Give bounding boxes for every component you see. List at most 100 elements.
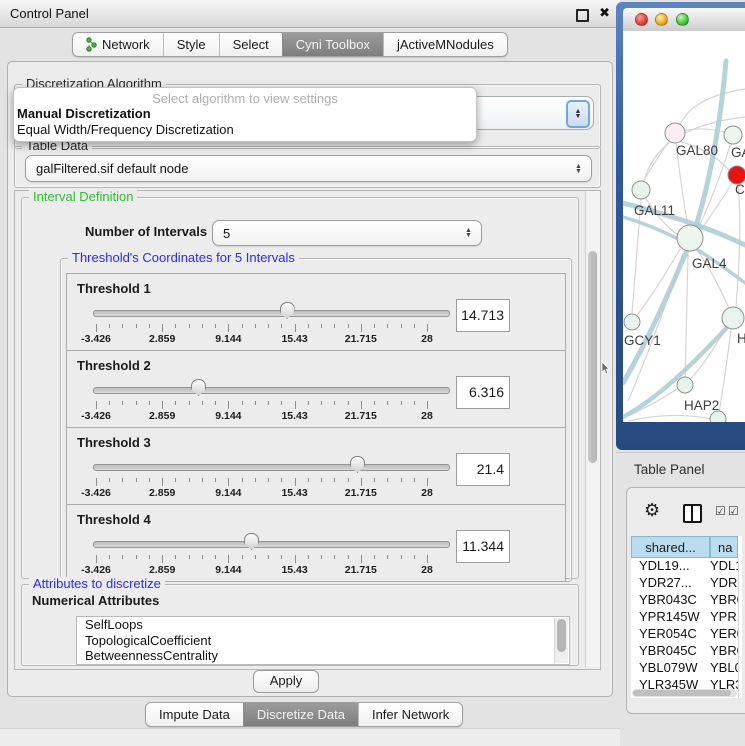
num-intervals-combobox[interactable]: 5 ▲▼ [212,220,482,246]
network-canvas[interactable]: GAL80GACGAL11GAL4GCY1HAHAP2 [623,31,745,422]
algorithm-option[interactable]: Equal Width/Frequency Discretization [17,122,473,137]
network-edge[interactable] [718,329,731,419]
close-icon[interactable]: ✖ [599,5,610,21]
slider-tick [136,478,137,482]
column-header-name[interactable]: na [710,536,738,558]
slider-tick [361,555,362,563]
checkbox-icon[interactable]: ☑ [715,505,726,517]
column-browser-icon[interactable] [683,504,702,523]
slider-tick [228,401,229,409]
attribute-list-item[interactable]: BetweennessCentrality [77,648,569,664]
slider-tick [374,401,375,405]
network-node[interactable] [722,307,744,329]
bottom-strip [0,728,620,746]
checkbox-icon[interactable]: ☑ [728,505,739,517]
table-row[interactable]: YPR145WYPR1... [631,609,738,626]
column-header-shared-name[interactable]: shared... [631,536,710,558]
slider-tick [215,555,216,559]
apply-button[interactable]: Apply [253,670,319,693]
slider-tick [242,324,243,328]
algorithm-combobox[interactable]: ▲▼ [460,96,594,130]
slider-tick [162,401,163,409]
combobox-stepper-icon: ▲▼ [464,228,473,238]
scrollbar-thumb[interactable] [633,690,731,696]
combobox-stepper-icon: ▲▼ [574,164,583,174]
table-row[interactable]: YDR27...YDR2... [631,575,738,592]
minimize-light-icon[interactable] [655,13,668,26]
slider-tick-label: 21.715 [345,333,377,345]
network-node[interactable] [677,377,693,393]
algorithm-option[interactable]: Manual Discretization [17,106,473,121]
slider-tick-label: 2.859 [149,487,175,499]
table-row[interactable]: YBL079WYBL0... [631,660,738,677]
tab-discretize-data[interactable]: Discretize Data [243,703,358,726]
tab-network[interactable]: Network [73,33,163,56]
table-row[interactable]: YDL19...YDL1... [631,558,738,575]
tab-impute-data[interactable]: Impute Data [146,703,243,726]
attribute-list-item[interactable]: SelfLoops [77,617,569,633]
threshold-value-field[interactable]: 21.4 [456,453,510,486]
close-light-icon[interactable] [635,13,648,26]
network-node[interactable] [624,314,640,330]
cell-shared-name: YDR27... [631,575,710,592]
scrollbar-thumb[interactable] [557,619,566,652]
network-node[interactable] [632,181,650,199]
slider-track[interactable] [93,310,450,317]
slider-tick [427,324,428,332]
threshold-value-field[interactable]: 6.316 [456,376,510,409]
tab-select[interactable]: Select [219,33,282,56]
tab-infer-network[interactable]: Infer Network [358,703,462,726]
cell-name: YER0... [710,626,738,643]
tab-cyni-toolbox[interactable]: Cyni Toolbox [282,33,383,56]
slider-tick [348,478,349,482]
zoom-light-icon[interactable] [676,13,689,26]
slider-track[interactable] [93,464,450,471]
table-row[interactable]: YLR345WYLR3... [631,677,738,689]
attribute-list-item[interactable]: TopologicalCoefficient [77,633,569,649]
table-panel-header: Table Panel [616,452,745,486]
combobox-stepper-icon[interactable]: ▲▼ [566,100,590,128]
scrollbar-thumb[interactable] [588,251,597,463]
tab-jactivemnodules[interactable]: jActiveMNodules [383,33,507,56]
slider-track[interactable] [93,541,450,548]
cell-shared-name: YDL19... [631,558,710,575]
threshold-value-field[interactable]: 14.713 [456,299,510,332]
control-panel-titlebar: Control Panel ✖ [0,0,620,28]
slider-tick-label: -3.426 [81,487,111,499]
network-edge[interactable] [680,89,745,125]
slider-tick [255,324,256,328]
slider-tick [215,324,216,328]
slider-tick [414,401,415,405]
network-window-titlebar[interactable] [623,8,745,32]
gear-icon[interactable]: ⚙ [644,501,660,519]
slider-track[interactable] [93,387,450,394]
network-node[interactable] [665,123,685,143]
slider-tick [162,478,163,486]
vertical-scrollbar[interactable] [585,191,600,667]
horizontal-scrollbar[interactable] [632,689,737,697]
slider-tick-label: 9.144 [215,487,241,499]
slider-tick [149,478,150,482]
slider-tick [348,324,349,328]
network-node[interactable] [677,225,703,251]
network-node[interactable] [710,411,726,422]
float-window-icon[interactable] [576,9,589,22]
attributes-list[interactable]: SelfLoopsTopologicalCoefficientBetweenne… [76,616,570,665]
slider-tick [361,401,362,409]
slider-tick [387,555,388,559]
control-panel-title: Control Panel [10,6,89,21]
slider-tick [348,401,349,405]
threshold-rows: Threshold 1-3.4262.8599.14415.4321.71528… [66,274,566,582]
attributes-group: Attributes to discretize Numerical Attri… [21,584,579,666]
tab-style[interactable]: Style [163,33,219,56]
table-row[interactable]: YBR043CYBR0... [631,592,738,609]
network-edge[interactable] [628,415,711,421]
table-data-combobox[interactable]: galFiltered.sif default node ▲▼ [25,155,592,182]
table-row[interactable]: YBR045CYBR0... [631,643,738,660]
threshold-value-field[interactable]: 11.344 [456,530,510,563]
slider-tick [122,324,123,328]
list-scrollbar[interactable] [554,618,568,663]
table-row[interactable]: YER054CYER0... [631,626,738,643]
network-view-window[interactable]: GAL80GACGAL11GAL4GCY1HAHAP2 [616,2,745,450]
network-node[interactable] [724,126,742,144]
